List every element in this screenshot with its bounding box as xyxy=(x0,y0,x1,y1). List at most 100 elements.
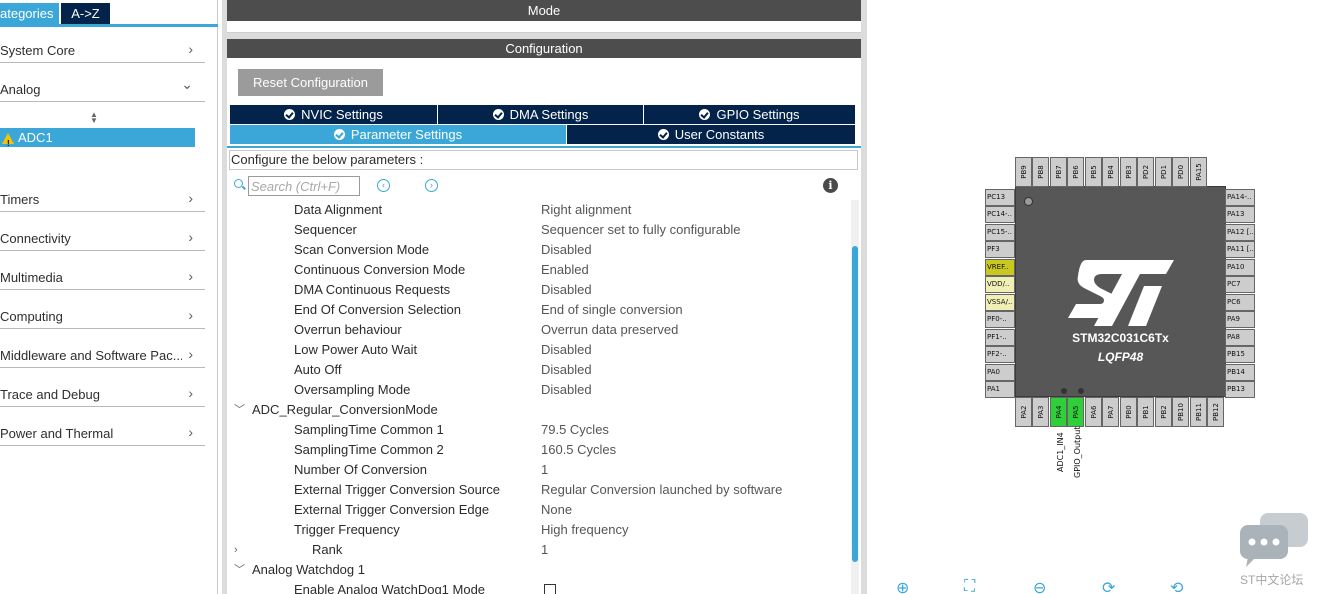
pin-PF0[interactable]: PF0-.. xyxy=(985,311,1015,328)
pin-PD0[interactable]: PD0 xyxy=(1172,157,1189,187)
param-row[interactable]: Sequencer Sequencer set to fully configur… xyxy=(227,220,842,240)
rotate-left-icon[interactable]: ⟲ xyxy=(1170,578,1183,594)
param-row[interactable]: End Of Conversion Selection End of single… xyxy=(227,300,842,320)
fit-to-window-icon[interactable]: ⛶ xyxy=(964,578,975,594)
pin-PF2[interactable]: PF2-.. xyxy=(985,346,1015,363)
chevron-down-icon[interactable]: ﹀ xyxy=(234,400,245,420)
pin-PF3[interactable]: PF3 xyxy=(985,241,1015,258)
chevron-down-icon[interactable]: ﹀ xyxy=(234,560,245,580)
pin-PA8[interactable]: PA8 xyxy=(1225,329,1255,346)
category-power-thermal[interactable]: Power and Thermal › xyxy=(0,420,205,446)
zoom-in-icon[interactable]: ⊕ xyxy=(896,578,909,594)
pin-PD1[interactable]: PD1 xyxy=(1155,157,1172,187)
reset-configuration-button[interactable]: Reset Configuration xyxy=(238,69,383,96)
param-row[interactable]: Oversampling Mode Disabled xyxy=(227,380,842,400)
pin-PC15[interactable]: PC15-.. xyxy=(985,224,1015,241)
param-value[interactable]: 79.5 Cycles xyxy=(541,420,609,440)
param-value[interactable]: 160.5 Cycles xyxy=(541,440,616,460)
vertical-scrollbar[interactable] xyxy=(851,200,859,594)
param-row[interactable]: Trigger Frequency High frequency xyxy=(227,520,842,540)
pin-PA0[interactable]: PA0 xyxy=(985,364,1015,381)
pin-PB7[interactable]: PB7 xyxy=(1050,157,1067,187)
category-analog[interactable]: Analog ⌄ xyxy=(0,76,205,102)
pin-PA10[interactable]: PA10 xyxy=(1225,259,1255,276)
param-row[interactable]: Data Alignment Right alignment xyxy=(227,200,842,220)
param-row[interactable]: External Trigger Conversion Source Regula… xyxy=(227,480,842,500)
tab-categories[interactable]: ategories xyxy=(0,3,59,25)
pin-PA14[interactable]: PA14-.. xyxy=(1225,189,1255,206)
pin-PA7[interactable]: PA7 xyxy=(1102,397,1119,427)
pin-PA4[interactable]: PA4 xyxy=(1050,397,1067,427)
param-value[interactable]: Disabled xyxy=(541,380,592,400)
pin-PC7[interactable]: PC7 xyxy=(1225,276,1255,293)
category-multimedia[interactable]: Multimedia › xyxy=(0,264,205,290)
pin-PD2[interactable]: PD2 xyxy=(1137,157,1154,187)
pin-PB5[interactable]: PB5 xyxy=(1085,157,1102,187)
category-middleware[interactable]: Middleware and Software Pac... › xyxy=(0,342,205,368)
pin-PB14[interactable]: PB14 xyxy=(1225,364,1255,381)
pin-PB6[interactable]: PB6 xyxy=(1067,157,1084,187)
pin-PA1[interactable]: PA1 xyxy=(985,381,1015,398)
pin-VDD[interactable]: VDD/.. xyxy=(985,276,1015,293)
param-row[interactable]: SamplingTime Common 1 79.5 Cycles xyxy=(227,420,842,440)
pin-PC13[interactable]: PC13 xyxy=(985,189,1015,206)
pin-PA15[interactable]: PA15 xyxy=(1190,157,1207,187)
pin-PB8[interactable]: PB8 xyxy=(1032,157,1049,187)
pin-PF1[interactable]: PF1-.. xyxy=(985,329,1015,346)
param-row[interactable]: Overrun behaviour Overrun data preserved xyxy=(227,320,842,340)
param-row[interactable]: Auto Off Disabled xyxy=(227,360,842,380)
chevron-right-icon[interactable]: › xyxy=(234,540,238,560)
pin-PB9[interactable]: PB9 xyxy=(1015,157,1032,187)
tab-nvic-settings[interactable]: NVIC Settings xyxy=(230,105,437,124)
param-value[interactable]: Disabled xyxy=(541,280,592,300)
pin-PB13[interactable]: PB13 xyxy=(1225,381,1255,398)
tab-a-to-z[interactable]: A->Z xyxy=(61,3,110,25)
pin-PB11[interactable]: PB11 xyxy=(1190,397,1207,427)
pin-PA3[interactable]: PA3 xyxy=(1032,397,1049,427)
pin-PA6[interactable]: PA6 xyxy=(1085,397,1102,427)
tab-parameter-settings[interactable]: Parameter Settings xyxy=(230,125,566,144)
tab-dma-settings[interactable]: DMA Settings xyxy=(438,105,643,124)
param-row[interactable]: DMA Continuous Requests Disabled xyxy=(227,280,842,300)
pin-PB4[interactable]: PB4 xyxy=(1102,157,1119,187)
param-row[interactable]: Enable Analog WatchDog1 Mode xyxy=(227,580,842,594)
scrollbar-thumb[interactable] xyxy=(852,246,858,562)
previous-match-icon[interactable]: ‹ xyxy=(377,179,390,192)
pin-PA11[interactable]: PA11 [.. xyxy=(1225,241,1255,258)
pin-PB0[interactable]: PB0 xyxy=(1120,397,1137,427)
group-regular-conversion[interactable]: ﹀ ADC_Regular_ConversionMode xyxy=(227,400,842,420)
category-connectivity[interactable]: Connectivity › xyxy=(0,225,205,251)
pin-PB15[interactable]: PB15 xyxy=(1225,346,1255,363)
zoom-out-icon[interactable]: ⊖ xyxy=(1033,578,1046,594)
pin-PC14[interactable]: PC14-.. xyxy=(985,206,1015,223)
param-value[interactable]: Right alignment xyxy=(541,200,631,220)
pin-PB3[interactable]: PB3 xyxy=(1120,157,1137,187)
pin-PB1[interactable]: PB1 xyxy=(1137,397,1154,427)
rotate-right-icon[interactable]: ⟳ xyxy=(1102,578,1115,594)
enable-watchdog-checkbox[interactable] xyxy=(544,584,556,594)
param-row[interactable]: Low Power Auto Wait Disabled xyxy=(227,340,842,360)
peripheral-item-adc1[interactable]: ADC1 xyxy=(0,128,195,153)
param-value[interactable]: Regular Conversion launched by software xyxy=(541,480,782,500)
category-computing[interactable]: Computing › xyxy=(0,303,205,329)
param-value[interactable]: Overrun data preserved xyxy=(541,320,678,340)
search-input[interactable] xyxy=(248,176,360,196)
pin-PA9[interactable]: PA9 xyxy=(1225,311,1255,328)
param-value[interactable]: 1 xyxy=(541,540,548,560)
param-value[interactable]: Sequencer set to fully configurable xyxy=(541,220,740,240)
pin-PA12[interactable]: PA12 [.. xyxy=(1225,224,1255,241)
pin-PB12[interactable]: PB12 xyxy=(1207,397,1224,427)
pin-PA5[interactable]: PA5 xyxy=(1067,397,1084,427)
param-value[interactable]: Enabled xyxy=(541,260,589,280)
info-icon[interactable]: i xyxy=(823,178,838,193)
pin-PA2[interactable]: PA2 xyxy=(1015,397,1032,427)
param-value[interactable]: Disabled xyxy=(541,340,592,360)
category-timers[interactable]: Timers › xyxy=(0,186,205,212)
tab-gpio-settings[interactable]: GPIO Settings xyxy=(644,105,855,124)
param-value[interactable]: High frequency xyxy=(541,520,628,540)
group-analog-watchdog-1[interactable]: ﹀ Analog Watchdog 1 xyxy=(227,560,842,580)
next-match-icon[interactable]: › xyxy=(425,179,438,192)
pin-PB10[interactable]: PB10 xyxy=(1172,397,1189,427)
param-value[interactable]: End of single conversion xyxy=(541,300,683,320)
tab-user-constants[interactable]: User Constants xyxy=(567,125,855,144)
